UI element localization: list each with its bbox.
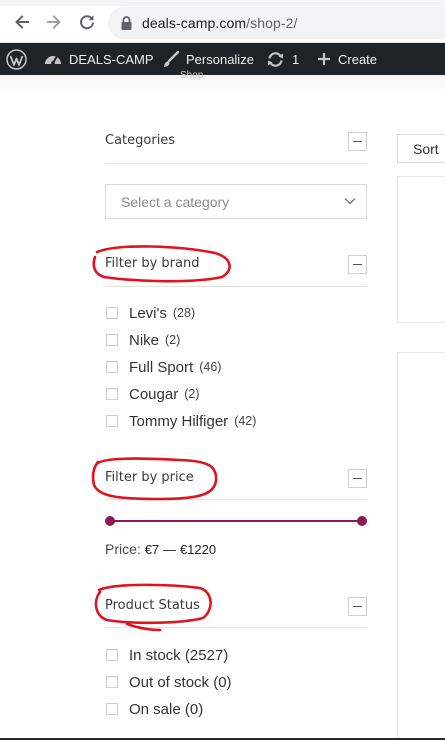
- brand-option[interactable]: Levi's (28): [106, 303, 195, 323]
- paintbrush-icon: [164, 50, 179, 67]
- wordpress-logo-icon: [6, 48, 27, 70]
- customize-label: Personalize: [186, 51, 254, 67]
- site-name-label: DEALS-CAMP: [69, 51, 154, 67]
- brand-option-count: (2): [184, 387, 200, 401]
- brand-option[interactable]: Tommy Hilfiger (42): [106, 411, 256, 431]
- status-divider: [105, 627, 367, 628]
- price-min: €7: [144, 542, 160, 557]
- brand-checkbox[interactable]: [106, 361, 118, 373]
- price-collapse-button[interactable]: [348, 469, 367, 488]
- chevron-down-icon: [344, 198, 356, 205]
- updates-count: 1: [292, 51, 300, 67]
- new-content-label: Create: [338, 51, 378, 67]
- minus-icon: [353, 264, 362, 265]
- categories-collapse-button[interactable]: [348, 132, 367, 151]
- brand-checkbox[interactable]: [106, 388, 118, 400]
- brand-option-label: Tommy Hilfiger: [129, 412, 229, 430]
- site-name-menu[interactable]: DEALS-CAMP: [44, 43, 154, 75]
- status-collapse-button[interactable]: [348, 597, 367, 616]
- status-checkbox[interactable]: [106, 676, 118, 688]
- product-card[interactable]: [397, 352, 445, 740]
- lock-icon[interactable]: [120, 15, 133, 31]
- price-slider-max-handle[interactable]: [357, 516, 367, 526]
- brand-option-label: Full Sport: [129, 358, 194, 376]
- status-option-label: On sale (0): [129, 700, 204, 718]
- brand-option-label: Nike: [129, 331, 160, 349]
- minus-icon: [353, 141, 362, 142]
- brand-option-label: Cougar: [129, 385, 179, 403]
- brand-divider: [105, 286, 367, 287]
- brand-checkbox[interactable]: [106, 307, 118, 319]
- header-shadow: [0, 75, 445, 93]
- sort-select-label: Sort: [413, 141, 439, 157]
- brand-option[interactable]: Full Sport (46): [106, 357, 221, 377]
- price-divider: [105, 499, 367, 500]
- status-option-label: In stock (2527): [129, 646, 229, 664]
- red-annotation-marks: [91, 245, 231, 632]
- price-prefix: Price:: [105, 541, 141, 557]
- brand-collapse-button[interactable]: [348, 255, 367, 274]
- brand-checkbox[interactable]: [106, 415, 118, 427]
- back-button[interactable]: [11, 11, 33, 33]
- address-bar[interactable]: deals-camp.com/shop-2/: [108, 7, 445, 39]
- updates-refresh-icon: [268, 51, 283, 67]
- brand-checkbox[interactable]: [106, 334, 118, 346]
- minus-icon: [353, 478, 362, 479]
- category-select-value: Select a category: [121, 194, 230, 210]
- reload-button[interactable]: [76, 11, 98, 33]
- status-checkbox[interactable]: [106, 703, 118, 715]
- minus-icon: [353, 606, 362, 607]
- status-widget-title: Product Status: [105, 598, 200, 613]
- price-widget-title: Filter by price: [105, 470, 194, 485]
- price-range-text: Price: €7 — €1220: [105, 541, 216, 557]
- price-slider-min-handle[interactable]: [105, 516, 115, 526]
- status-checkbox[interactable]: [106, 649, 118, 661]
- brand-option[interactable]: Cougar (2): [106, 384, 199, 404]
- product-card[interactable]: [397, 176, 445, 323]
- categories-divider: [105, 163, 367, 164]
- status-option[interactable]: Out of stock (0): [106, 672, 232, 692]
- brand-option-count: (2): [165, 333, 181, 347]
- arrow-right-icon: [47, 15, 61, 29]
- brand-widget-title: Filter by brand: [105, 256, 200, 271]
- wp-logo-menu[interactable]: [6, 43, 27, 75]
- reload-icon: [80, 15, 94, 30]
- brand-option-count: (42): [234, 414, 257, 428]
- browser-toolbar: deals-camp.com/shop-2/: [0, 0, 445, 43]
- url-path: /shop-2/: [246, 15, 298, 31]
- breadcrumb: Shop: [180, 70, 203, 81]
- price-separator: —: [163, 542, 177, 557]
- status-option[interactable]: In stock (2527): [106, 645, 228, 665]
- price-slider-track[interactable]: [109, 520, 362, 522]
- forward-button[interactable]: [43, 11, 65, 33]
- url-text: deals-camp.com/shop-2/: [142, 15, 298, 31]
- status-option[interactable]: On sale (0): [106, 699, 203, 719]
- category-select[interactable]: Select a category: [105, 184, 367, 219]
- plus-icon: [318, 53, 330, 65]
- new-content-menu[interactable]: Create: [317, 43, 377, 75]
- url-domain: deals-camp.com: [142, 15, 247, 31]
- status-option-label: Out of stock (0): [129, 673, 232, 691]
- updates-link[interactable]: 1: [266, 43, 299, 75]
- price-max: €1220: [179, 542, 217, 557]
- wp-admin-bar: DEALS-CAMP Personalize 1 Create: [0, 43, 445, 75]
- brand-option-label: Levi's: [129, 304, 167, 322]
- breadcrumb-current: Shop: [180, 70, 204, 81]
- brand-option-count: (28): [172, 306, 196, 320]
- brand-option[interactable]: Nike (2): [106, 330, 180, 350]
- categories-widget-title: Categories: [105, 133, 176, 148]
- tab-strip: [0, 0, 445, 6]
- arrow-left-icon: [15, 15, 29, 29]
- sort-select[interactable]: Sort: [397, 134, 445, 163]
- brand-option-count: (46): [199, 360, 222, 374]
- dashboard-gauge-icon: [45, 56, 61, 65]
- customize-link[interactable]: Personalize: [162, 43, 254, 75]
